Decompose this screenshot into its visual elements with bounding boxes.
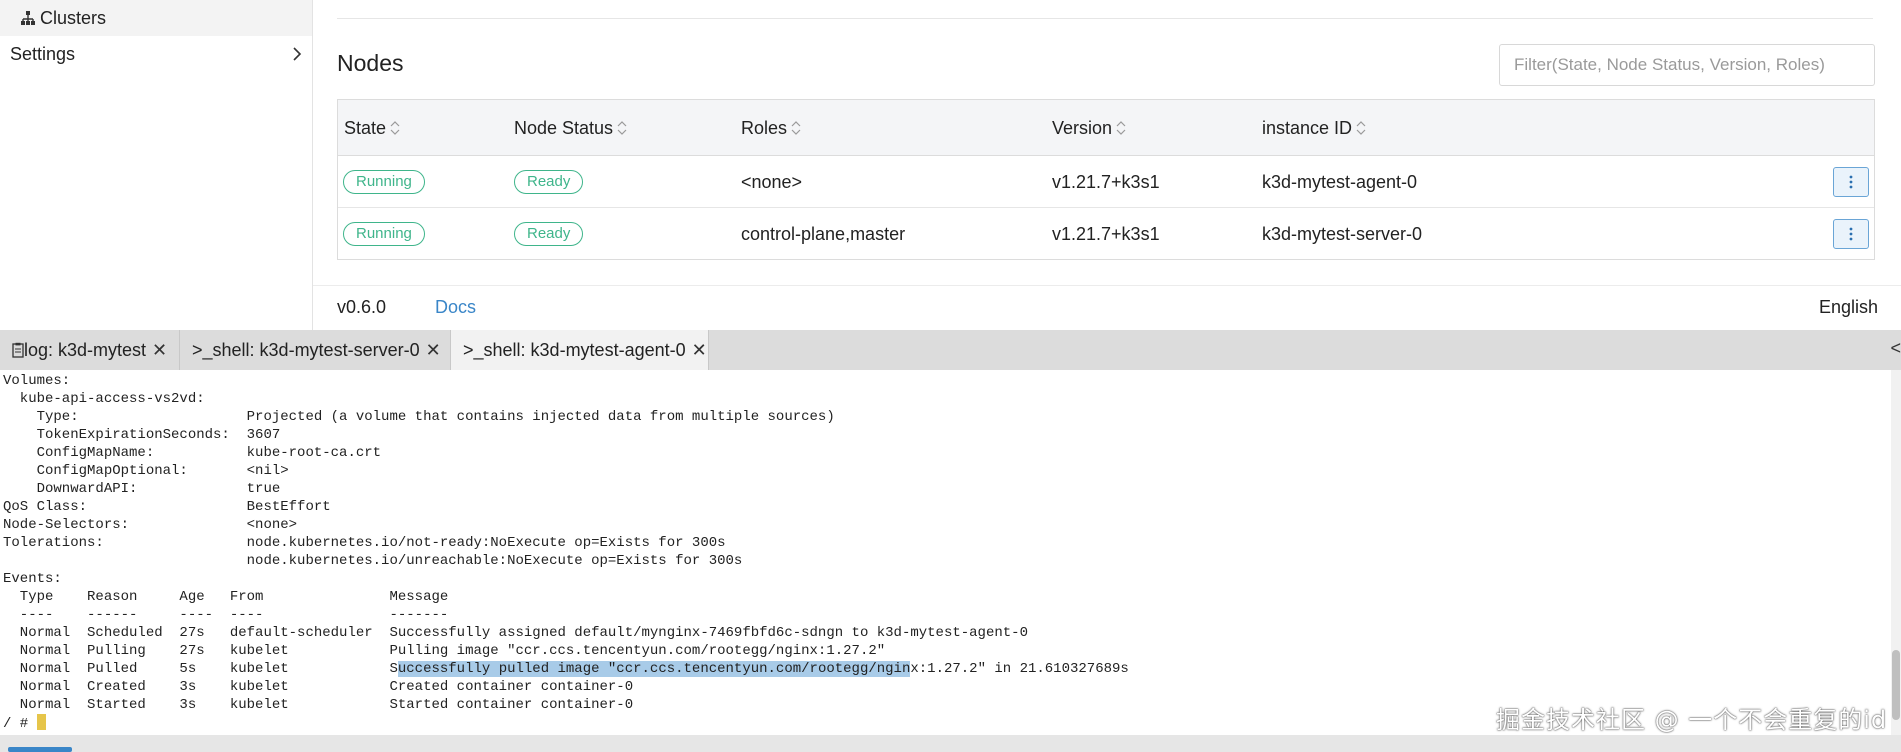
status-badge: Ready: [514, 222, 584, 246]
terminal-line: Type Reason Age From Message: [3, 589, 449, 605]
sidebar-item-label: Clusters: [40, 7, 107, 28]
column-header-instance-id[interactable]: instance ID: [1262, 100, 1366, 156]
terminal-line: Node-Selectors: <none>: [3, 517, 298, 533]
nodes-table: State Node Status Roles Version instance…: [337, 99, 1875, 260]
terminal-line: ConfigMapOptional: <nil>: [3, 463, 289, 479]
column-label: Roles: [741, 117, 788, 138]
state-cell: Running: [343, 208, 425, 260]
table-row: Running Ready control-plane,master v1.21…: [338, 208, 1874, 260]
status-badge: Running: [343, 170, 425, 194]
terminal-prompt: / #: [3, 716, 37, 732]
close-icon[interactable]: ✕: [692, 340, 707, 361]
sort-icon: [791, 121, 801, 135]
terminal-line: TokenExpirationSeconds: 3607: [3, 427, 281, 443]
column-header-state[interactable]: State: [344, 100, 400, 156]
row-actions-button[interactable]: [1833, 167, 1869, 197]
terminal-icon: >: [192, 339, 203, 360]
column-label: Version: [1052, 117, 1113, 138]
node-status-cell: Ready: [514, 208, 584, 260]
column-header-roles[interactable]: Roles: [741, 100, 801, 156]
instance-id-cell: k3d-mytest-agent-0: [1262, 171, 1418, 192]
instance-id-cell: k3d-mytest-server-0: [1262, 223, 1423, 244]
sort-icon: [617, 121, 627, 135]
roles-cell: control-plane,master: [741, 223, 906, 244]
divider: [313, 285, 1901, 286]
terminal-line: ConfigMapName: kube-root-ca.crt: [3, 445, 382, 461]
table-row: Running Ready <none> v1.21.7+k3s1 k3d-my…: [338, 156, 1874, 208]
scrollbar-thumb[interactable]: [1892, 650, 1900, 720]
terminal-line: Normal Scheduled 27s default-scheduler S…: [3, 625, 1028, 641]
sort-icon: [1116, 121, 1126, 135]
row-actions-button[interactable]: [1833, 219, 1869, 249]
terminal-text-segment: Normal Pulled 5s kubelet S: [3, 661, 398, 677]
terminal-line: Tolerations: node.kubernetes.io/not-read…: [3, 535, 726, 551]
tab-overflow-button[interactable]: <: [1890, 338, 1901, 359]
watermark: 掘金技术社区 @ 一个不会重复的id: [1496, 706, 1888, 734]
bottom-strip: [0, 735, 1901, 752]
column-header-version[interactable]: Version: [1052, 100, 1126, 156]
terminal-scrollbar[interactable]: [1891, 370, 1901, 735]
more-vertical-icon: [1849, 175, 1853, 189]
column-label: instance ID: [1262, 117, 1353, 138]
more-vertical-icon: [1849, 227, 1853, 241]
sidebar-item-settings[interactable]: Settings: [0, 36, 312, 72]
terminal-tabbar: log: k3d-mytest ✕ > _shell: k3d-mytest-s…: [0, 330, 1901, 370]
selected-text: uccessfully pulled image "ccr.ccs.tencen…: [397, 661, 911, 677]
column-label: State: [344, 117, 387, 138]
terminal-line: Normal Pulling 27s kubelet Pulling image…: [3, 643, 886, 659]
clipboard-icon: [12, 342, 24, 358]
terminal-line: ---- ------ ---- ---- -------: [3, 607, 449, 623]
language-selector[interactable]: English: [1819, 297, 1878, 318]
close-icon[interactable]: ✕: [152, 340, 167, 361]
state-cell: Running: [343, 156, 425, 208]
table-header: State Node Status Roles Version instance…: [338, 100, 1874, 156]
terminal-line: Events:: [3, 571, 62, 587]
sort-icon: [1356, 121, 1366, 135]
status-badge: Ready: [514, 170, 584, 194]
tab-label: log: k3d-mytest: [24, 339, 147, 360]
sort-icon: [390, 121, 400, 135]
chevron-right-icon: [293, 47, 302, 61]
docs-link[interactable]: Docs: [435, 297, 476, 318]
terminal-line: Type: Projected (a volume that contains …: [3, 409, 835, 425]
node-status-cell: Ready: [514, 156, 584, 208]
terminal-line: DownwardAPI: true: [3, 481, 281, 497]
tab-shell-server[interactable]: > _shell: k3d-mytest-server-0 ✕: [180, 330, 451, 370]
tab-label: _shell: k3d-mytest-agent-0: [473, 339, 686, 360]
terminal-line: Normal Started 3s kubelet Started contai…: [3, 697, 634, 713]
sidebar-item-label: Settings: [10, 43, 76, 64]
version-cell: v1.21.7+k3s1: [1052, 223, 1160, 244]
terminal-line: node.kubernetes.io/unreachable:NoExecute…: [3, 553, 743, 569]
page-title: Nodes: [337, 50, 404, 76]
terminal-icon: >: [463, 339, 474, 360]
clusters-icon: [21, 11, 35, 25]
divider: [337, 18, 1873, 19]
terminal-prompt-line: / #: [3, 714, 46, 732]
terminal-line: Volumes:: [3, 373, 71, 389]
version-cell: v1.21.7+k3s1: [1052, 171, 1160, 192]
tab-log[interactable]: log: k3d-mytest ✕: [0, 330, 180, 370]
sidebar: Clusters Settings: [0, 0, 313, 330]
column-label: Node Status: [514, 117, 614, 138]
status-indicator: [8, 747, 72, 752]
terminal-line: kube-api-access-vs2vd:: [3, 391, 205, 407]
close-icon[interactable]: ✕: [426, 340, 441, 361]
terminal-cursor: [36, 714, 46, 730]
tab-shell-agent[interactable]: > _shell: k3d-mytest-agent-0 ✕: [451, 330, 709, 370]
column-header-node-status[interactable]: Node Status: [514, 100, 627, 156]
filter-input[interactable]: [1499, 44, 1875, 86]
terminal-text: Volumes: kube-api-access-vs2vd: Type: Pr…: [3, 372, 1129, 733]
terminal-text-segment: x:1.27.2" in 21.610327689s: [910, 661, 1129, 677]
main-content: Nodes State Node Status Roles Version in…: [313, 0, 1901, 330]
app-version: v0.6.0: [337, 297, 387, 317]
terminal-line: Normal Pulled 5s kubelet Successfully pu…: [3, 661, 1129, 677]
terminal-line: QoS Class: BestEffort: [3, 499, 331, 515]
terminal-line: Normal Created 3s kubelet Created contai…: [3, 679, 634, 695]
tab-label: _shell: k3d-mytest-server-0: [202, 339, 420, 360]
status-badge: Running: [343, 222, 425, 246]
sidebar-item-clusters[interactable]: Clusters: [0, 0, 312, 36]
terminal-output[interactable]: Volumes: kube-api-access-vs2vd: Type: Pr…: [0, 370, 1901, 735]
roles-cell: <none>: [741, 171, 803, 192]
